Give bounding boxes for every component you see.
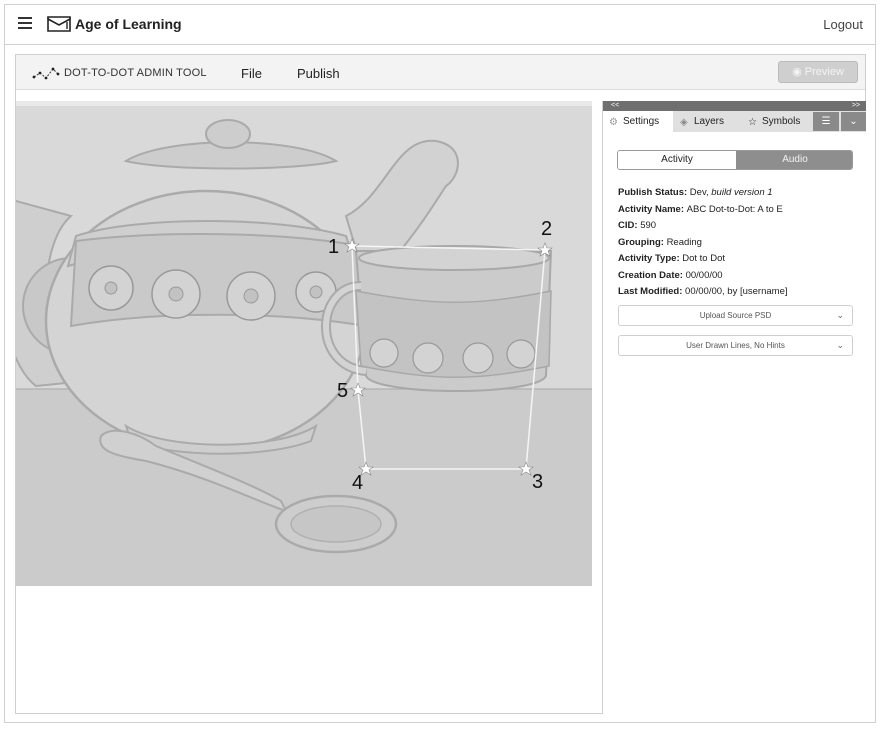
menu-file[interactable]: File: [241, 66, 262, 81]
preview-button[interactable]: ◉ Preview: [778, 61, 858, 83]
dot-label-2[interactable]: 2: [541, 218, 552, 241]
brand-logo-icon: [47, 16, 71, 32]
dot-label-1[interactable]: 1: [328, 236, 339, 259]
menu-publish[interactable]: Publish: [297, 66, 340, 81]
tool-title: DOT-TO-DOT ADMIN TOOL: [64, 67, 207, 79]
dot-to-dot-icon: [32, 67, 60, 80]
activity-name-row: Activity Name: ABC Dot-to-Dot: A to E: [618, 203, 783, 215]
settings-panel: << >> ⚙ Settings ◈ Layers ☆ Symbols ☰ ⌄: [602, 101, 866, 714]
creation-date-row: Creation Date: 00/00/00: [618, 269, 723, 281]
panel-tabs: ⚙ Settings ◈ Layers ☆ Symbols ☰ ⌄: [603, 111, 866, 132]
preview-label: Preview: [804, 66, 844, 78]
grouping-row: Grouping: Reading: [618, 236, 702, 248]
collapse-right-button[interactable]: >>: [852, 101, 860, 111]
dot-label-5[interactable]: 5: [337, 380, 348, 403]
layers-icon: ◈: [680, 117, 688, 128]
drawing-mode-select[interactable]: User Drawn Lines, No Hints ⌄: [618, 335, 853, 356]
last-modified-row: Last Modified: 00/00/00, by [username]: [618, 286, 788, 297]
activity-type-row: Activity Type: Dot to Dot: [618, 253, 726, 264]
app-frame: Age of Learning Logout DOT-TO-DOT ADMIN …: [4, 4, 876, 723]
chevron-down-icon: ⌄: [836, 340, 844, 350]
activity-audio-toggle: Activity Audio: [617, 150, 853, 170]
chevron-down-icon: ⌄: [836, 310, 844, 320]
panel-menu-button[interactable]: ☰: [813, 112, 839, 131]
tab-settings-label: Settings: [623, 116, 660, 127]
top-bar: Age of Learning Logout: [5, 5, 875, 45]
tab-layers[interactable]: ◈ Layers: [675, 111, 741, 132]
star-icon: ☆: [748, 117, 757, 128]
toolbar: DOT-TO-DOT ADMIN TOOL File Publish ◉ Pre…: [16, 55, 865, 90]
dot-label-4[interactable]: 4: [352, 472, 363, 495]
menu-lines-icon: ☰: [821, 116, 831, 127]
tab-symbols-label: Symbols: [762, 116, 801, 127]
admin-tool: DOT-TO-DOT ADMIN TOOL File Publish ◉ Pre…: [15, 54, 866, 714]
tab-settings[interactable]: ⚙ Settings: [603, 111, 673, 132]
cid-row: CID: 590: [618, 220, 657, 231]
dot-label-3[interactable]: 3: [532, 471, 543, 494]
teapot-illustration: [16, 106, 592, 586]
panel-dropdown-button[interactable]: ⌄: [841, 112, 866, 131]
collapse-left-button[interactable]: <<: [611, 101, 619, 111]
segment-audio[interactable]: Audio: [736, 151, 852, 169]
chevron-down-icon: ⌄: [849, 116, 858, 127]
eye-icon: ◉: [792, 66, 802, 78]
segment-activity[interactable]: Activity: [618, 151, 736, 169]
upload-source-label: Upload Source PSD: [699, 311, 772, 320]
activity-info: Publish Status: Dev, build version 1 Act…: [618, 185, 858, 301]
tab-symbols[interactable]: ☆ Symbols: [743, 111, 811, 132]
upload-source-select[interactable]: Upload Source PSD ⌄: [618, 305, 853, 326]
brand-name: Age of Learning: [75, 16, 182, 32]
publish-status-row: Publish Status: Dev, build version 1: [618, 187, 773, 198]
drawing-canvas[interactable]: 1 2 3 4 5: [16, 101, 592, 586]
hamburger-menu-icon[interactable]: [18, 17, 32, 29]
gear-icon: ⚙: [609, 117, 618, 128]
panel-collapse-bar: << >>: [603, 101, 866, 111]
drawing-mode-label: User Drawn Lines, No Hints: [686, 341, 785, 350]
tab-layers-label: Layers: [694, 116, 725, 127]
logout-link[interactable]: Logout: [823, 17, 863, 32]
